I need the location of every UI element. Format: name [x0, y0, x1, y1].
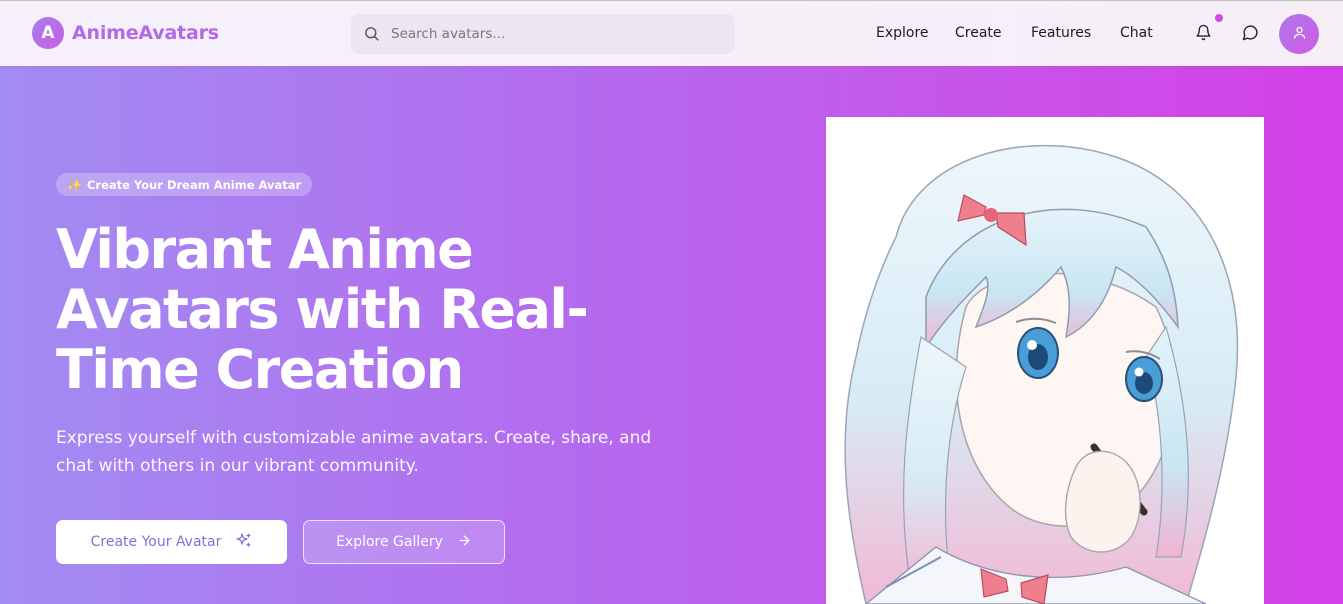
bell-icon [1195, 24, 1212, 45]
nav-explore[interactable]: Explore [876, 25, 929, 41]
anime-avatar-image [826, 117, 1264, 604]
hero-headline: Vibrant Anime Avatars with Real- Time Cr… [56, 220, 656, 400]
logo-badge: A [32, 17, 64, 49]
user-icon [1292, 25, 1307, 44]
notifications-button[interactable] [1192, 23, 1214, 45]
search-bar [351, 14, 735, 54]
explore-gallery-label: Explore Gallery [336, 534, 443, 550]
user-avatar-button[interactable] [1279, 14, 1319, 54]
hero-badge-label: Create Your Dream Anime Avatar [86, 177, 302, 192]
nav-chat[interactable]: Chat [1120, 25, 1153, 41]
hero-badge: ✨ Create Your Dream Anime Avatar [56, 173, 313, 196]
search-icon [363, 25, 380, 46]
sparkles-icon [235, 532, 252, 553]
nav-create[interactable]: Create [955, 25, 1002, 41]
nav-features[interactable]: Features [1031, 25, 1091, 41]
headline-line-2: Avatars with Real- [56, 278, 589, 341]
sparkle-icon: ✨ [67, 177, 82, 192]
brand-name: AnimeAvatars [72, 22, 219, 44]
create-avatar-label: Create Your Avatar [90, 534, 222, 550]
search-input[interactable] [391, 14, 721, 54]
messages-button[interactable] [1239, 23, 1261, 45]
explore-gallery-button[interactable]: Explore Gallery [303, 520, 505, 564]
create-avatar-button[interactable]: Create Your Avatar [56, 520, 287, 564]
headline-line-3: Time Creation [56, 338, 464, 401]
notification-dot [1215, 14, 1223, 22]
top-navbar: A AnimeAvatars Explore Create Features C… [0, 0, 1343, 66]
headline-line-1: Vibrant Anime [56, 218, 474, 281]
brand-logo[interactable]: A AnimeAvatars [32, 17, 219, 49]
hero-subtext: Express yourself with customizable anime… [56, 428, 652, 476]
chat-bubble-icon [1242, 24, 1259, 45]
arrow-right-icon [457, 533, 472, 552]
